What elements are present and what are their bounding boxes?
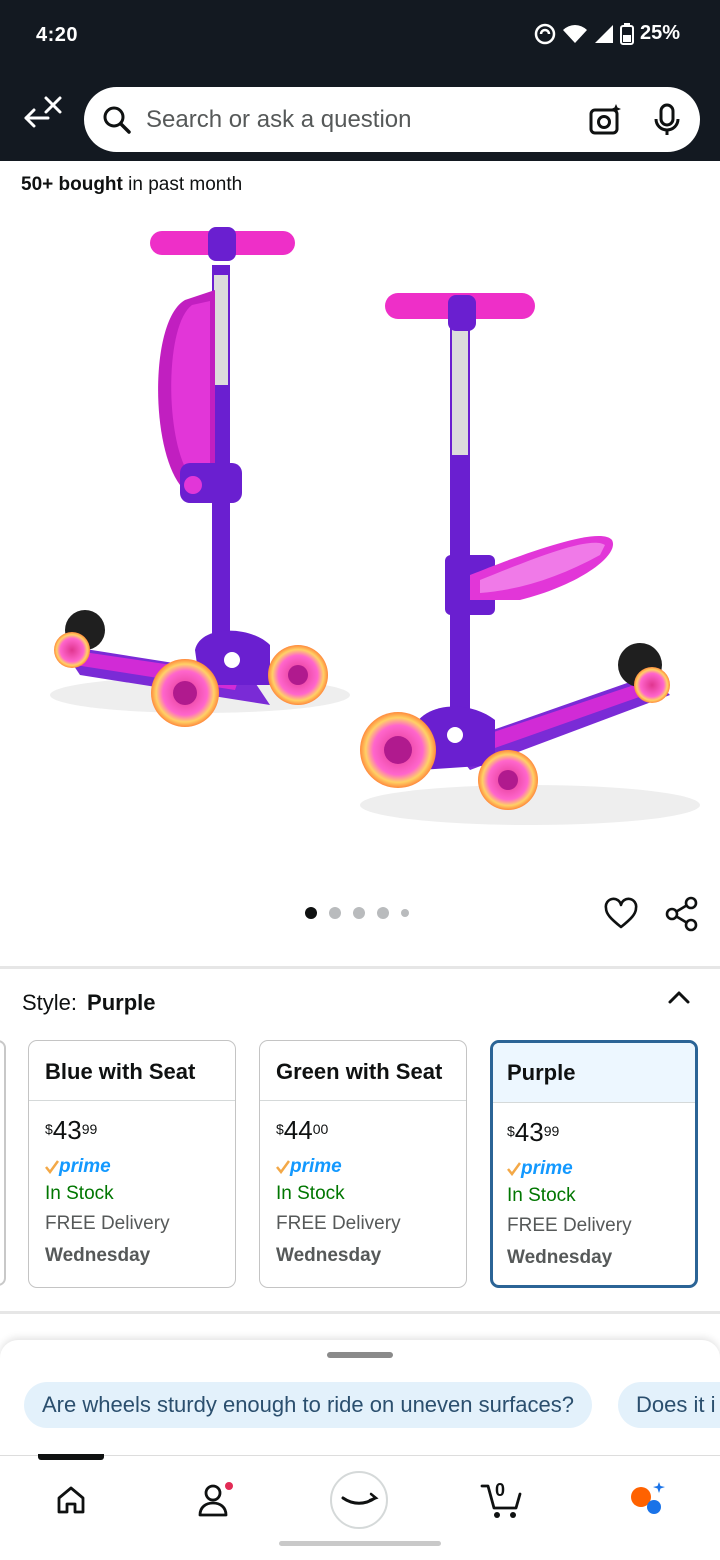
stock-status: In Stock [276, 1183, 345, 1204]
cart-count: 0 [495, 1480, 506, 1500]
delivery-day: Wednesday [276, 1245, 382, 1266]
style-selector-header[interactable]: Style: Purple [22, 990, 156, 1016]
back-close-button[interactable] [16, 86, 68, 138]
search-input[interactable]: Search or ask a question [146, 106, 412, 134]
variation-card-purple[interactable]: Purple $43 99 prime In Stock FREE Deliver… [490, 1040, 698, 1288]
wifi-icon [562, 24, 587, 43]
search-icon [103, 106, 131, 134]
amazon-smile-icon [330, 1471, 388, 1529]
nav-menu[interactable] [617, 1470, 677, 1530]
checkmark-icon [45, 1160, 59, 1174]
carousel-dot[interactable] [401, 909, 409, 917]
share-icon[interactable] [664, 896, 700, 932]
stock-status: In Stock [45, 1183, 114, 1204]
status-time: 4:20 [36, 24, 79, 46]
scooter-left [54, 227, 328, 727]
prime-badge: prime [276, 1155, 466, 1179]
style-value: Purple [87, 990, 156, 1015]
active-tab-indicator [38, 1454, 104, 1460]
nav-cart[interactable]: 0 [472, 1470, 532, 1530]
home-icon [57, 1486, 85, 1514]
ai-menu-icon [631, 1482, 665, 1514]
variation-name: Purple [493, 1043, 695, 1103]
section-divider [0, 966, 720, 969]
checkmark-icon [507, 1162, 521, 1176]
section-divider [0, 1311, 720, 1314]
account-icon [198, 1482, 233, 1517]
nav-rufus[interactable] [329, 1470, 389, 1530]
delivery-text: FREE Delivery [276, 1213, 401, 1234]
scooter-right [360, 293, 670, 810]
variation-name: Blue with Seat [29, 1041, 235, 1101]
stock-status: In Stock [507, 1185, 576, 1206]
carousel-dot[interactable] [329, 907, 341, 919]
variation-price: $44 00 [276, 1115, 329, 1145]
search-bar[interactable]: Search or ask a question [84, 87, 700, 152]
variation-card-partial[interactable] [0, 1040, 6, 1286]
image-carousel-dots[interactable] [305, 907, 409, 919]
delivery-text: FREE Delivery [507, 1215, 632, 1236]
prime-badge: prime [45, 1155, 235, 1179]
carousel-dot[interactable] [353, 907, 365, 919]
system-home-indicator[interactable] [279, 1541, 441, 1546]
variation-name: Green with Seat [260, 1041, 466, 1101]
microphone-icon[interactable] [652, 103, 682, 137]
battery-percent: 25% [639, 22, 680, 44]
battery-icon [619, 22, 634, 45]
ask-questions-sheet: Are wheels sturdy enough to ride on unev… [0, 1340, 720, 1455]
carousel-dot[interactable] [305, 907, 317, 919]
variation-price: $43 99 [507, 1117, 560, 1147]
question-chip[interactable]: Does it i [618, 1382, 720, 1428]
chevron-up-icon[interactable] [664, 983, 694, 1013]
heart-icon[interactable] [603, 896, 639, 932]
delivery-day: Wednesday [507, 1247, 613, 1268]
prime-badge: prime [507, 1157, 695, 1181]
variation-card-green-with-seat[interactable]: Green with Seat $44 00 prime In Stock FRE… [259, 1040, 467, 1288]
status-icons: 25% [534, 22, 680, 45]
camera-search-icon[interactable] [588, 103, 622, 137]
top-bar: 4:20 25% Search or ask a question [0, 0, 720, 161]
sheet-grabber[interactable] [327, 1352, 393, 1358]
variation-card-blue-with-seat[interactable]: Blue with Seat $43 99 prime In Stock FREE… [28, 1040, 236, 1288]
carousel-dot[interactable] [377, 907, 389, 919]
sync-icon [534, 23, 556, 44]
style-label: Style: [22, 990, 78, 1015]
nav-home[interactable] [41, 1470, 101, 1530]
checkmark-icon [276, 1160, 290, 1174]
product-image[interactable] [0, 205, 720, 865]
delivery-text: FREE Delivery [45, 1213, 170, 1234]
question-chip[interactable]: Are wheels sturdy enough to ride on unev… [24, 1382, 592, 1428]
bought-in-past-month: 50+ bought in past month [21, 174, 243, 195]
delivery-day: Wednesday [45, 1245, 151, 1266]
nav-account[interactable] [186, 1470, 246, 1530]
signal-icon [594, 24, 613, 43]
back-close-icon [24, 96, 62, 128]
variation-price: $43 99 [45, 1115, 98, 1145]
